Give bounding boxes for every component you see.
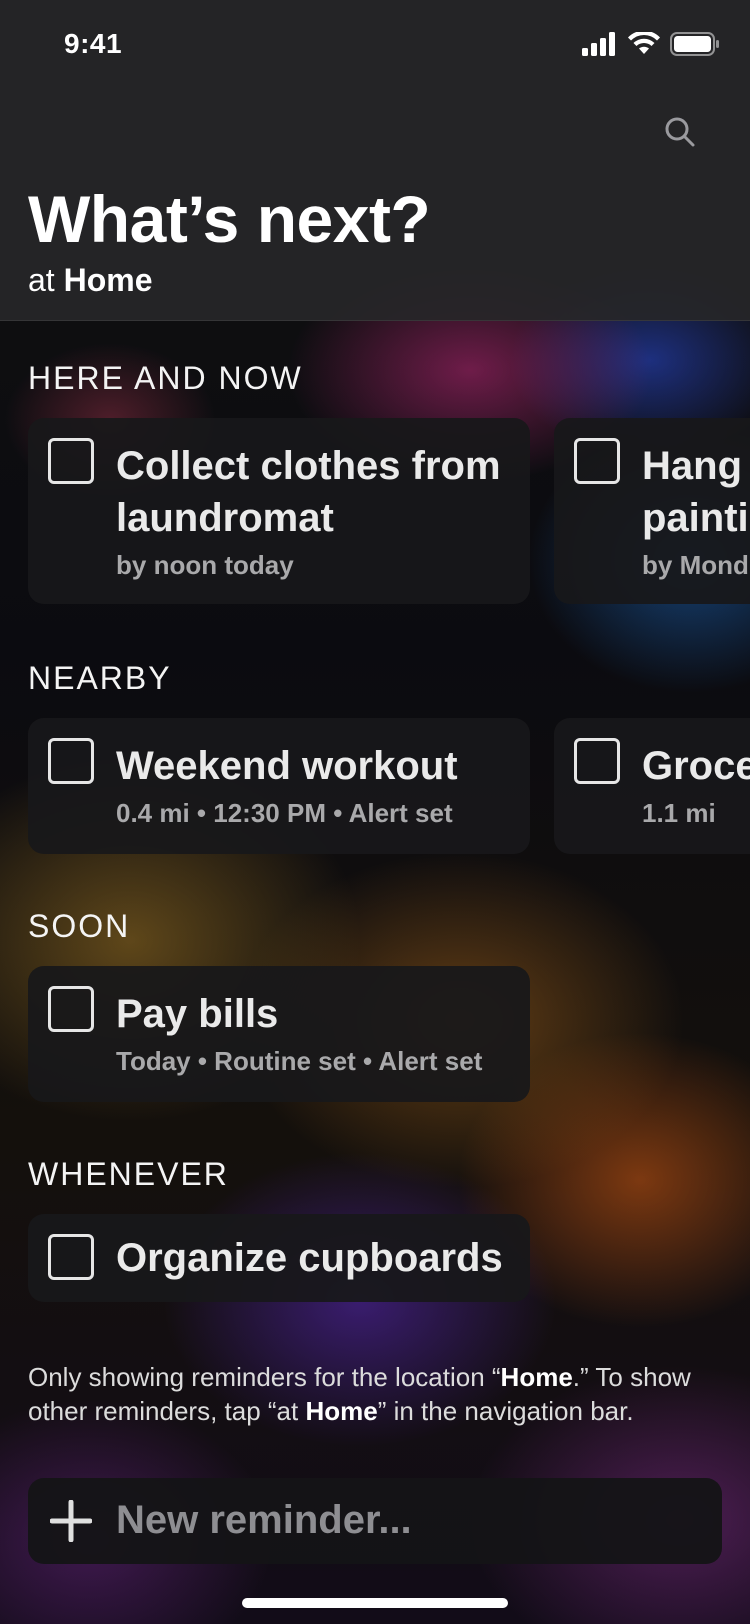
section-header-nearby: NEARBY xyxy=(28,660,172,696)
location-filter-note: Only showing reminders for the location … xyxy=(28,1360,728,1428)
location-selector[interactable]: at Home xyxy=(28,264,152,296)
reminder-title: Groce xyxy=(642,744,750,788)
navigation-bar: 9:41 What’s next? at Home xyxy=(0,0,750,321)
reminder-detail: by noon today xyxy=(116,550,294,580)
home-indicator[interactable] xyxy=(242,1598,508,1608)
wifi-icon xyxy=(628,32,660,54)
reminder-title: Pay bills xyxy=(116,992,279,1036)
reminder-detail: 0.4 mi • 12:30 PM • Alert set xyxy=(116,798,453,828)
reminder-checkbox[interactable] xyxy=(48,738,94,784)
note-text: Only showing reminders for the location … xyxy=(28,1362,501,1392)
note-location: Home xyxy=(305,1396,378,1426)
reminder-checkbox[interactable] xyxy=(48,986,94,1032)
status-time: 9:41 xyxy=(64,28,123,59)
search-icon[interactable] xyxy=(660,112,700,152)
battery-icon xyxy=(670,32,719,56)
reminder-card[interactable]: Organize cupboards xyxy=(28,1214,530,1302)
new-reminder-placeholder: New reminder... xyxy=(116,1498,412,1542)
reminder-checkbox[interactable] xyxy=(48,438,94,484)
reminder-title: Organize cupboards xyxy=(116,1236,503,1280)
reminder-checkbox[interactable] xyxy=(574,438,620,484)
reminder-checkbox[interactable] xyxy=(48,1234,94,1280)
reminder-title-line2: laundromat xyxy=(116,496,334,540)
new-reminder-button[interactable]: New reminder... xyxy=(28,1478,722,1564)
reminder-title-line1: Collect clothes from xyxy=(116,444,501,488)
reminder-detail: 1.1 mi xyxy=(642,798,716,828)
cellular-signal-icon xyxy=(582,32,615,56)
section-header-here-and-now: HERE AND NOW xyxy=(28,360,303,396)
reminder-title-line2: painti xyxy=(642,496,749,540)
section-header-whenever: WHENEVER xyxy=(28,1156,229,1192)
location-prefix: at xyxy=(28,262,64,298)
reminder-card[interactable]: Hang painti by Mond xyxy=(554,418,750,604)
note-location: Home xyxy=(500,1362,573,1392)
status-icons xyxy=(582,32,720,56)
section-header-soon: SOON xyxy=(28,908,131,944)
location-name: Home xyxy=(63,262,153,298)
reminder-card[interactable]: Groce 1.1 mi xyxy=(554,718,750,854)
page-title: What’s next? xyxy=(28,182,431,256)
plus-icon xyxy=(50,1500,92,1542)
reminder-title-line1: Hang xyxy=(642,444,742,488)
note-text: ” in the navigation bar. xyxy=(377,1396,634,1426)
reminder-title: Weekend workout xyxy=(116,744,458,788)
reminder-card[interactable]: Weekend workout 0.4 mi • 12:30 PM • Aler… xyxy=(28,718,530,854)
reminder-checkbox[interactable] xyxy=(574,738,620,784)
reminder-detail: by Mond xyxy=(642,550,749,580)
reminder-detail: Today • Routine set • Alert set xyxy=(116,1046,483,1076)
reminder-card[interactable]: Pay bills Today • Routine set • Alert se… xyxy=(28,966,530,1102)
reminder-card[interactable]: Collect clothes from laundromat by noon … xyxy=(28,418,530,604)
